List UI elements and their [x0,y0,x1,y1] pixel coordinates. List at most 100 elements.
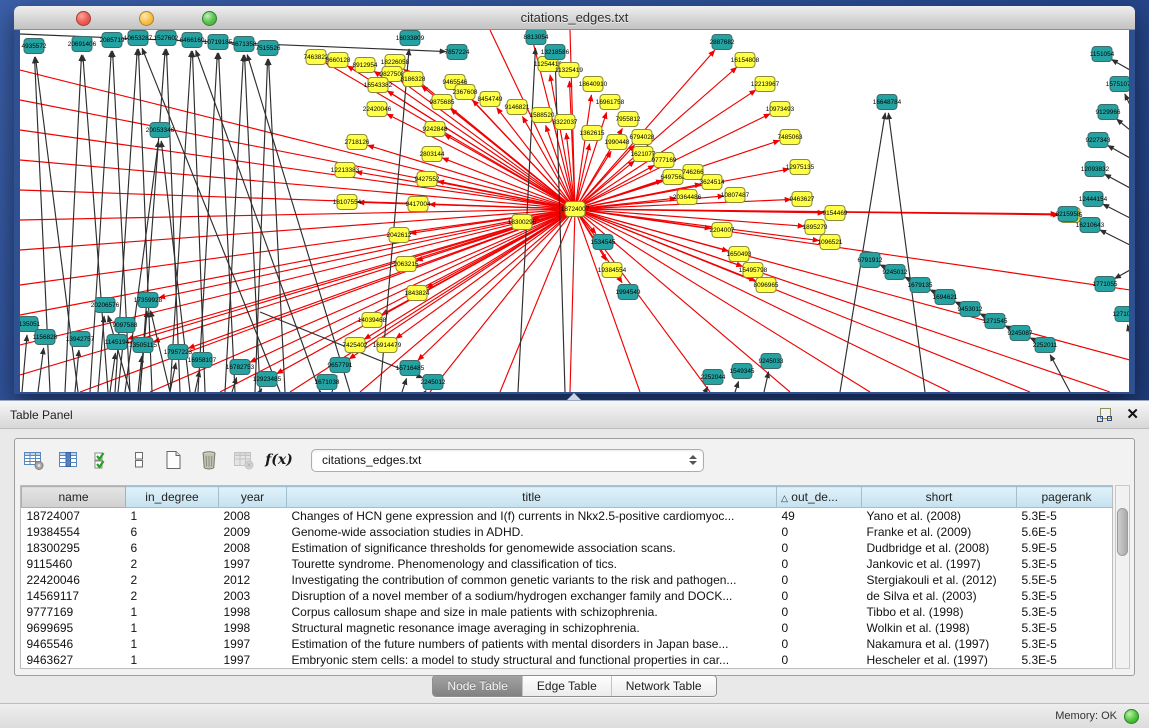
tab-edge-table[interactable]: Edge Table [522,676,611,696]
show-columns-icon[interactable] [56,447,82,473]
close-panel-icon[interactable]: ✕ [1126,407,1139,423]
graph-node-label: 1135051 [20,321,41,328]
float-panel-icon[interactable] [1096,407,1112,423]
graph-node-label: 11325419 [555,67,583,74]
window-titlebar[interactable]: citations_edges.txt [14,6,1135,30]
table-selector-dropdown[interactable]: citations_edges.txt [311,449,704,472]
graph-edge [110,353,115,392]
graph-node-label: 7857224 [445,49,470,56]
table-panel-header: Table Panel ✕ [0,401,1149,429]
graph-edge [888,113,925,392]
graph-node-label: 2367608 [453,89,478,96]
table-row[interactable]: 946554611997Estimation of the future num… [22,636,1114,652]
table-row[interactable]: 977716911998Corpus callosum shape and si… [22,604,1114,620]
row-selector-icon[interactable] [126,447,152,473]
table-cell: 0 [777,524,862,540]
graph-node-label: 17957223 [164,349,193,356]
table-cell: 6 [126,540,219,556]
table-cell: 2 [126,556,219,572]
graph-edge [1125,94,1129,105]
table-row[interactable]: 2242004622012Investigating the contribut… [22,572,1114,588]
graph-node-label: 13942757 [66,336,95,343]
table-cell: 2009 [219,524,287,540]
column-header-in-degree[interactable]: in_degree [126,487,219,508]
graph-node-label: 18300295 [508,219,537,226]
network-canvas[interactable]: 1872400718300295193845541125441911325419… [20,30,1129,392]
graph-node-label: 20206576 [91,302,120,309]
zoom-window-button[interactable] [202,11,217,26]
table-scrollbar[interactable] [1115,485,1130,669]
table-cell: Estimation of the future numbers of pati… [287,636,777,652]
graph-node-label: 20691406 [68,41,97,48]
graph-node-label: 8813054 [524,34,549,41]
close-window-button[interactable] [76,11,91,26]
table-cell: Tibbo et al. (1998) [862,604,1017,620]
minimize-window-button[interactable] [139,11,154,26]
function-builder-icon[interactable]: f(x) [266,447,292,473]
table-header-row: name in_degree year title △ out_de... sh… [22,487,1114,508]
table-row[interactable]: 911546021997Tourette syndrome. Phenomeno… [22,556,1114,572]
table-cell: Estimation of significance thresholds fo… [287,540,777,556]
table-row[interactable]: 1938455462009Genome-wide association stu… [22,524,1114,540]
column-header-out-degree[interactable]: △ out_de... [777,487,862,508]
tab-network-table[interactable]: Network Table [611,676,716,696]
graph-node-label: 16782753 [226,364,255,371]
delete-table-icon[interactable] [196,447,222,473]
graph-edge [225,55,243,392]
graph-node-label: 9245033 [759,358,784,365]
graph-node-label: 13505115 [129,342,157,349]
graph-node-label: 16958107 [188,357,217,364]
table-cell: Dudbridge et al. (2008) [862,540,1017,556]
table-cell: 0 [777,540,862,556]
column-header-name[interactable]: name [22,487,126,508]
new-table-icon[interactable] [161,447,187,473]
table-tabs-bar: Node Table Edge Table Network Table [0,675,1149,697]
table-cell: Disruption of a novel member of a sodium… [287,588,777,604]
table-row[interactable]: 946362711997Embryonic stem cells: a mode… [22,652,1114,668]
network-graph[interactable]: 1872400718300295193845541125441911325419… [20,30,1129,392]
column-header-title[interactable]: title [287,487,777,508]
table-cell: Nakamura et al. (1997) [862,636,1017,652]
dropdown-arrows-icon [689,455,697,465]
graph-node-label: 12213967 [751,81,780,88]
table-row[interactable]: 1830029562008Estimation of significance … [22,540,1114,556]
graph-node-label: 9245012 [883,269,908,276]
table-cell: 1997 [219,556,287,572]
table-cell: 5.3E-5 [1017,636,1114,652]
table-cell: 6 [126,524,219,540]
column-header-short[interactable]: short [862,487,1017,508]
graph-node-label: 4935572 [22,43,47,50]
table-row[interactable]: 1872400712008Changes of HCN gene express… [22,508,1114,525]
graph-edge [402,378,407,392]
table-cell: 5.3E-5 [1017,620,1114,636]
table-cell: 2003 [219,588,287,604]
graph-node-label: 1534545 [591,239,616,246]
table-row[interactable]: 969969511998Structural magnetic resonanc… [22,620,1114,636]
tab-node-table[interactable]: Node Table [433,676,522,696]
table-cell: 1 [126,508,219,525]
graph-node-label: 16033809 [396,35,425,42]
graph-edge [245,55,260,392]
table-selector-value: citations_edges.txt [322,453,689,467]
column-header-pagerank[interactable]: pagerank [1017,487,1114,508]
table-cell: 0 [777,604,862,620]
status-bar: Memory: OK [0,703,1149,728]
graph-node-label: 1895279 [803,224,828,231]
graph-node-label: 1527602 [154,35,179,42]
table-panel: Table Panel ✕ [0,400,1149,728]
graph-node-label: 9417004 [406,201,431,208]
graph-node-label: 15716485 [396,365,425,372]
split-pane-grip[interactable] [567,393,581,400]
table-cell: 5.3E-5 [1017,604,1114,620]
memory-status-indicator[interactable] [1124,709,1139,724]
table-scrollbar-thumb[interactable] [1117,508,1128,556]
table-cell: Wolkin et al. (1998) [862,620,1017,636]
select-columns-icon[interactable] [91,447,117,473]
graph-edge [320,391,321,392]
graph-node-label: 4671358 [232,41,257,48]
column-header-year[interactable]: year [219,487,287,508]
table-row[interactable]: 1456911722003Disruption of a novel membe… [22,588,1114,604]
table-mode-icon[interactable] [21,447,47,473]
graph-node-label: 10653287 [124,35,153,42]
graph-edge [219,53,235,392]
